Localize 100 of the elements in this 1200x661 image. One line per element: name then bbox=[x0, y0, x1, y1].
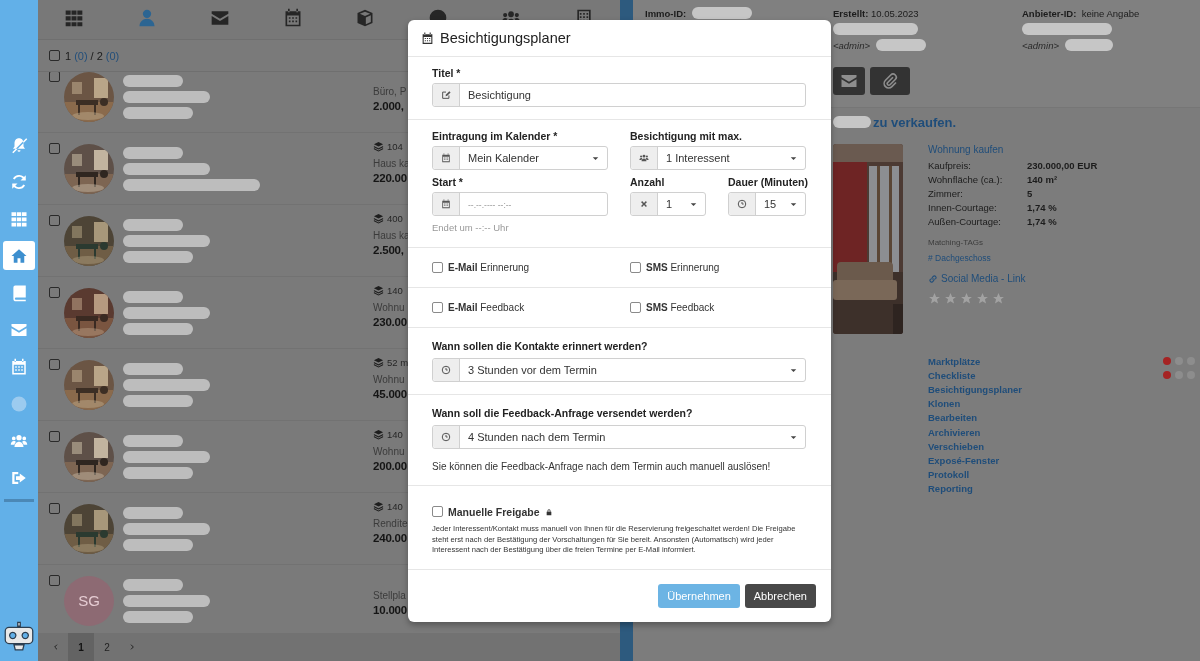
layers-icon bbox=[373, 428, 384, 440]
title-input[interactable]: Besichtigung bbox=[460, 85, 805, 105]
checkbox-label: E-Mail Erinnerung bbox=[448, 262, 530, 273]
action-link[interactable]: Protokoll bbox=[928, 469, 970, 481]
checkbox[interactable] bbox=[49, 503, 60, 514]
checkbox[interactable] bbox=[432, 262, 443, 273]
layers-icon bbox=[373, 284, 384, 296]
checkbox[interactable] bbox=[49, 359, 60, 370]
apply-button[interactable]: Übernehmen bbox=[658, 583, 740, 608]
page-button[interactable]: 2 bbox=[94, 633, 120, 661]
calendar-icon bbox=[441, 153, 451, 163]
tag-link[interactable]: # Dachgeschoss bbox=[928, 253, 1098, 263]
fact-label: Zimmer: bbox=[928, 187, 964, 199]
checkbox[interactable] bbox=[49, 72, 60, 82]
redacted-text-bar bbox=[123, 506, 183, 519]
star-icon[interactable] bbox=[976, 292, 989, 305]
star-icon[interactable] bbox=[960, 292, 973, 305]
layers-icon bbox=[373, 356, 384, 368]
previous-page-icon[interactable] bbox=[52, 643, 60, 651]
calendar-dropdown[interactable]: Mein Kalender bbox=[432, 146, 608, 170]
fact-value: 140 m² bbox=[1027, 173, 1058, 185]
action-link[interactable]: Exposé-Fenster bbox=[928, 454, 1000, 466]
calendar-icon bbox=[10, 357, 28, 376]
fact-value: 1,74 % bbox=[1027, 201, 1057, 213]
property-type: Wohnu bbox=[373, 374, 406, 385]
fact-value: 1,74 % bbox=[1027, 215, 1057, 227]
duration-dropdown[interactable]: 15 bbox=[728, 192, 806, 216]
redacted-text-bar bbox=[692, 7, 753, 19]
category-link[interactable]: Wohnung kaufen bbox=[928, 144, 1098, 158]
price: 230.00 bbox=[373, 316, 408, 328]
checkbox[interactable] bbox=[630, 302, 641, 313]
area-text: 140 bbox=[387, 428, 403, 440]
checkbox[interactable] bbox=[49, 431, 60, 442]
star-icon[interactable] bbox=[928, 292, 941, 305]
visitors-dropdown[interactable]: 1 Interessent bbox=[630, 146, 806, 170]
action-link[interactable]: Checkliste bbox=[928, 369, 976, 381]
cancel-button[interactable]: Abbrechen bbox=[744, 583, 816, 608]
property-type: Wohnu bbox=[373, 446, 406, 457]
field-label: Eintragung im Kalender * bbox=[432, 130, 559, 143]
edit-icon bbox=[441, 90, 451, 100]
reminder-dropdown[interactable]: 3 Stunden vor dem Termin bbox=[432, 358, 806, 382]
property-type: Rendite bbox=[373, 518, 409, 529]
calendar-icon bbox=[421, 31, 434, 45]
attachment-button[interactable] bbox=[870, 67, 910, 95]
checkbox[interactable] bbox=[432, 506, 443, 517]
redacted-text-bar bbox=[123, 106, 193, 119]
checkbox-label: Manuelle Freigabe bbox=[448, 505, 540, 518]
redacted-text-bar bbox=[123, 290, 183, 303]
refresh-icon bbox=[10, 172, 28, 191]
end-time-hint: Endet um --:-- Uhr bbox=[432, 222, 510, 235]
bell-slash-icon bbox=[10, 135, 28, 154]
feedback-dropdown[interactable]: 4 Stunden nach dem Termin bbox=[432, 425, 806, 449]
start-date-input[interactable]: --.--.---- --:-- bbox=[460, 194, 607, 214]
checkbox[interactable] bbox=[49, 215, 60, 226]
field-label: Wann sollen die Kontakte erinnert werden? bbox=[432, 340, 649, 353]
envelope-icon bbox=[840, 72, 858, 90]
redacted-text-bar bbox=[123, 362, 183, 375]
action-link[interactable]: Reporting bbox=[928, 483, 973, 495]
checkbox[interactable] bbox=[49, 143, 60, 154]
area-text: 140 bbox=[387, 500, 403, 512]
star-icon[interactable] bbox=[992, 292, 1005, 305]
checkbox[interactable] bbox=[432, 302, 443, 313]
grid-icon bbox=[10, 209, 28, 228]
redacted-text-bar bbox=[123, 578, 183, 591]
next-page-icon[interactable] bbox=[128, 643, 136, 651]
redacted-text-bar bbox=[123, 538, 193, 551]
action-link[interactable]: Bearbeiten bbox=[928, 412, 978, 424]
page-button[interactable]: 1 bbox=[68, 633, 94, 661]
checkbox[interactable] bbox=[49, 50, 60, 61]
star-icon[interactable] bbox=[944, 292, 957, 305]
fact-label: Kaufpreis: bbox=[928, 159, 972, 171]
action-link[interactable]: Klonen bbox=[928, 398, 961, 410]
count-dropdown[interactable]: 1 bbox=[630, 192, 706, 216]
robot-icon[interactable] bbox=[4, 621, 34, 651]
checkbox[interactable] bbox=[630, 262, 641, 273]
social-media-link[interactable]: Social Media - Link bbox=[941, 273, 1026, 284]
property-type: Büro, P bbox=[373, 86, 408, 97]
cube-icon[interactable] bbox=[355, 7, 376, 28]
fact-label: Innen-Courtage: bbox=[928, 201, 998, 213]
redacted-text-bar bbox=[833, 116, 871, 128]
action-link[interactable]: Marktplätze bbox=[928, 355, 981, 367]
sidebar-button[interactable] bbox=[3, 241, 35, 270]
paperclip-icon bbox=[881, 72, 899, 90]
price: 220.00 bbox=[373, 172, 408, 184]
checkbox-label: SMS Erinnerung bbox=[646, 262, 720, 273]
price: 45.000 bbox=[373, 388, 408, 400]
field-label: Besichtigung mit max. bbox=[630, 130, 744, 143]
area-text: 140 bbox=[387, 284, 403, 296]
action-link[interactable]: Verschieben bbox=[928, 440, 984, 452]
title-field[interactable]: Besichtigung bbox=[432, 83, 806, 107]
email-button[interactable] bbox=[833, 67, 865, 95]
action-link[interactable]: Besichtigungsplaner bbox=[928, 383, 1022, 395]
created-date: Erstellt: 10.05.2023 bbox=[833, 7, 919, 19]
price: 10.000 bbox=[373, 604, 408, 616]
checkbox[interactable] bbox=[49, 287, 60, 298]
checkbox[interactable] bbox=[49, 575, 60, 586]
start-date-field[interactable]: --.--.---- --:-- bbox=[432, 192, 608, 216]
redacted-text-bar bbox=[1065, 39, 1113, 51]
action-link[interactable]: Archivieren bbox=[928, 426, 981, 438]
area-text: 104 bbox=[387, 140, 403, 152]
